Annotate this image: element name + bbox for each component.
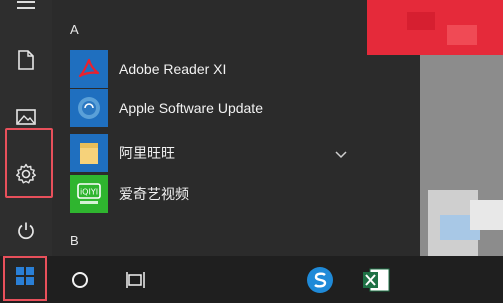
start-menu: A Adobe Reader XI Apple Software Update … bbox=[0, 0, 420, 256]
task-view-icon[interactable] bbox=[118, 262, 154, 298]
chevron-down-icon[interactable] bbox=[335, 146, 347, 164]
app-item-apple-software-update[interactable]: Apple Software Update bbox=[70, 89, 360, 127]
sogou-browser-icon[interactable] bbox=[302, 262, 338, 298]
app-label: Adobe Reader XI bbox=[119, 61, 227, 77]
adobe-reader-icon bbox=[70, 50, 108, 88]
power-icon[interactable] bbox=[12, 217, 40, 245]
excel-icon[interactable] bbox=[358, 262, 394, 298]
apple-software-update-icon bbox=[70, 89, 108, 127]
menu-icon[interactable] bbox=[12, 0, 40, 22]
app-item-iqiyi[interactable]: iQIYI 爱奇艺视频 bbox=[70, 175, 360, 213]
folder-icon bbox=[70, 134, 108, 172]
pixelated-blob bbox=[470, 200, 503, 230]
pixelated-red-area bbox=[367, 0, 503, 55]
app-item-adobe-reader[interactable]: Adobe Reader XI bbox=[70, 50, 360, 88]
windows-start-button[interactable] bbox=[3, 256, 47, 301]
document-icon[interactable] bbox=[12, 46, 40, 74]
app-label: 爱奇艺视频 bbox=[119, 186, 189, 202]
group-header-a: A bbox=[70, 22, 79, 37]
svg-text:iQIYI: iQIYI bbox=[80, 188, 98, 197]
windows-start-icon bbox=[15, 266, 35, 291]
app-label: Apple Software Update bbox=[119, 100, 263, 116]
cortana-search-icon[interactable] bbox=[62, 262, 98, 298]
iqiyi-icon: iQIYI bbox=[70, 175, 108, 213]
app-item-aliwangwang[interactable]: 阿里旺旺 bbox=[70, 134, 360, 172]
pictures-icon[interactable] bbox=[12, 103, 40, 131]
group-header-b: B bbox=[70, 233, 79, 248]
settings-highlight-box bbox=[5, 128, 53, 198]
app-label: 阿里旺旺 bbox=[119, 145, 175, 161]
